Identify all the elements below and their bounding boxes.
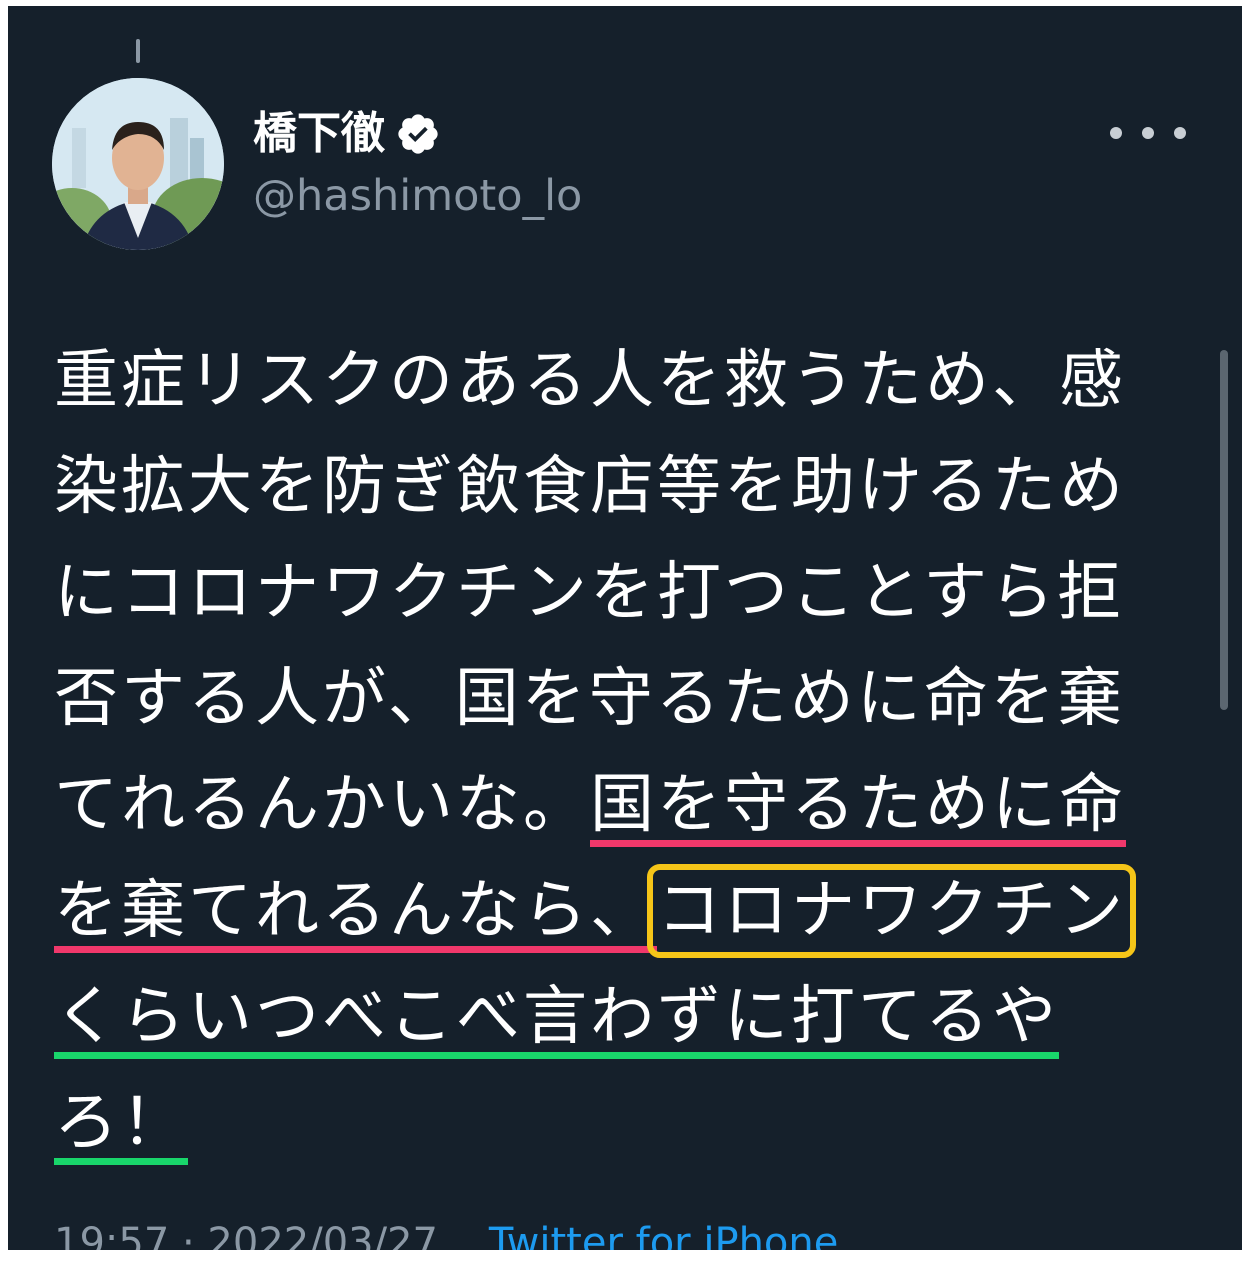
avatar-photo-icon (52, 78, 224, 250)
tweet-text-line: てれるんかいな。国を守るために命 (54, 752, 1164, 858)
more-dot (1110, 127, 1122, 139)
green-underlined-segment: くらいつべこべ言わずに打てるや (54, 980, 1059, 1054)
author-handle[interactable]: @hashimoto_lo (253, 168, 582, 224)
text-segment: 重症リスクのある人を救うため、感 (54, 344, 1126, 418)
display-name-text: 橋下徹 (253, 108, 385, 159)
red-underlined-segment: 国を守るために命 (590, 768, 1126, 842)
verified-badge-icon (398, 114, 438, 154)
green-underlined-segment: ろ！ (54, 1086, 188, 1160)
text-segment: 染拡大を防ぎ飲食店等を助けるため (54, 450, 1126, 524)
tweet-text-line: くらいつべこべ言わずに打てるや (54, 964, 1164, 1070)
scrollbar-thumb[interactable] (1220, 350, 1228, 710)
more-options-icon[interactable] (1110, 118, 1186, 148)
tweet-meta: 19:57 · 2022/03/27 Twitter for iPhone (54, 1218, 838, 1250)
tweet-text-line: にコロナワクチンを打つことすら拒 (54, 540, 1164, 646)
tweet-body: 重症リスクのある人を救うため、感 染拡大を防ぎ飲食店等を助けるため にコロナワク… (54, 328, 1164, 1176)
author-display-name[interactable]: 橋下徹 (253, 106, 441, 162)
text-segment: にコロナワクチンを打つことすら拒 (54, 556, 1125, 630)
tweet-timestamp[interactable]: 19:57 · 2022/03/27 (54, 1220, 438, 1250)
more-dot (1174, 127, 1186, 139)
meta-spacer (451, 1220, 476, 1250)
tweet-text-line: 否する人が、国を守るために命を棄 (54, 646, 1164, 752)
text-segment: てれるんかいな。 (54, 768, 590, 842)
red-underlined-segment: を棄てれるんなら、 (54, 874, 657, 948)
tweet-text-line: 重症リスクのある人を救うため、感 (54, 328, 1164, 434)
tweet-text-line: を棄てれるんなら、コロナワクチン (54, 858, 1164, 964)
text-segment: 否する人が、国を守るために命を棄 (54, 662, 1125, 736)
author-avatar[interactable] (52, 78, 224, 250)
yellow-boxed-segment: コロナワクチン (647, 864, 1136, 958)
tweet-screen: 橋下徹 @hashimoto_lo 重症リスクのある人を救うため、感 染拡大を防… (8, 6, 1242, 1250)
tweet-source-link[interactable]: Twitter for iPhone (489, 1220, 839, 1250)
more-dot (1142, 127, 1154, 139)
tweet-text-line: 染拡大を防ぎ飲食店等を助けるため (54, 434, 1164, 540)
tweet-text-line: ろ！ (54, 1070, 1164, 1176)
thread-connector-line (136, 39, 140, 63)
